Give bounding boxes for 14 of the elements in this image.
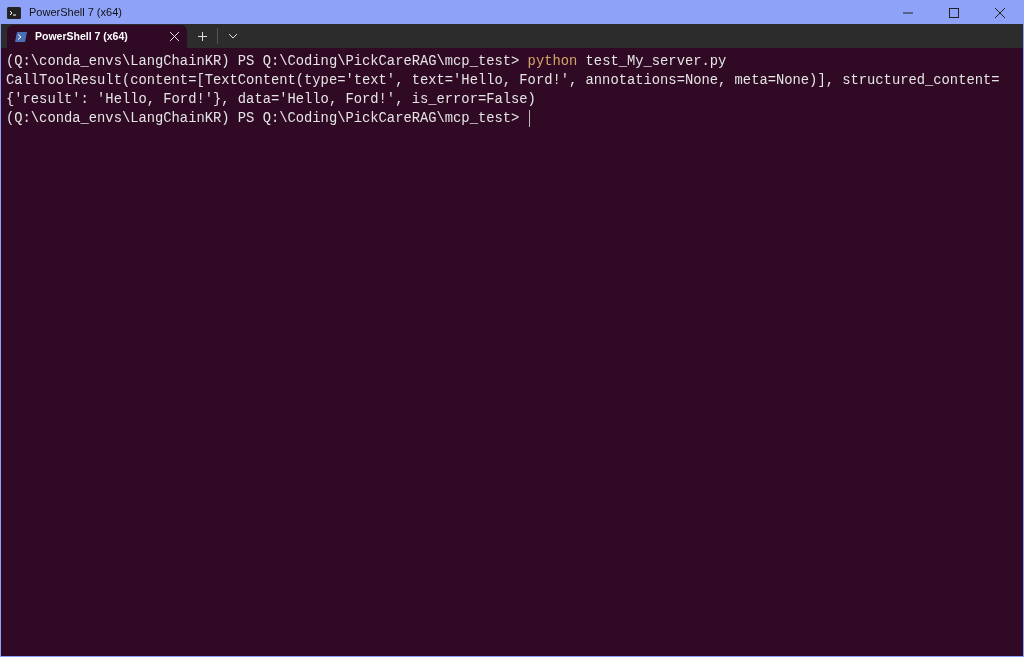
terminal-line: (Q:\conda_envs\LangChainKR) PS Q:\Coding\PickCareRAG\mcp_test> [6,110,521,128]
maximize-icon [949,7,959,18]
terminal-line: {'result': 'Hello, Ford!'}, data='Hello, Ford!', is_error=False) [6,91,536,109]
terminal-line: (Q:\conda_envs\LangChainKR) PS Q:\Coding\PickCareRAG\mcp_test> python test_My_server.py [6,53,727,71]
terminal-icon [7,6,21,19]
close-icon [995,7,1005,18]
plus-icon [197,32,207,41]
powershell-icon [15,31,27,42]
close-icon [170,32,179,41]
chevron-down-icon [229,34,237,39]
close-tab-button[interactable] [170,32,179,41]
terminal-line: CallToolResult(content=[TextContent(type='text', text='Hello, Ford!', annotations=None, meta=None)], structured_content= [6,72,1000,90]
window-title: PowerShell 7 (x64) [29,5,122,21]
terminal-tab[interactable]: PowerShell 7 (x64) [7,25,187,48]
